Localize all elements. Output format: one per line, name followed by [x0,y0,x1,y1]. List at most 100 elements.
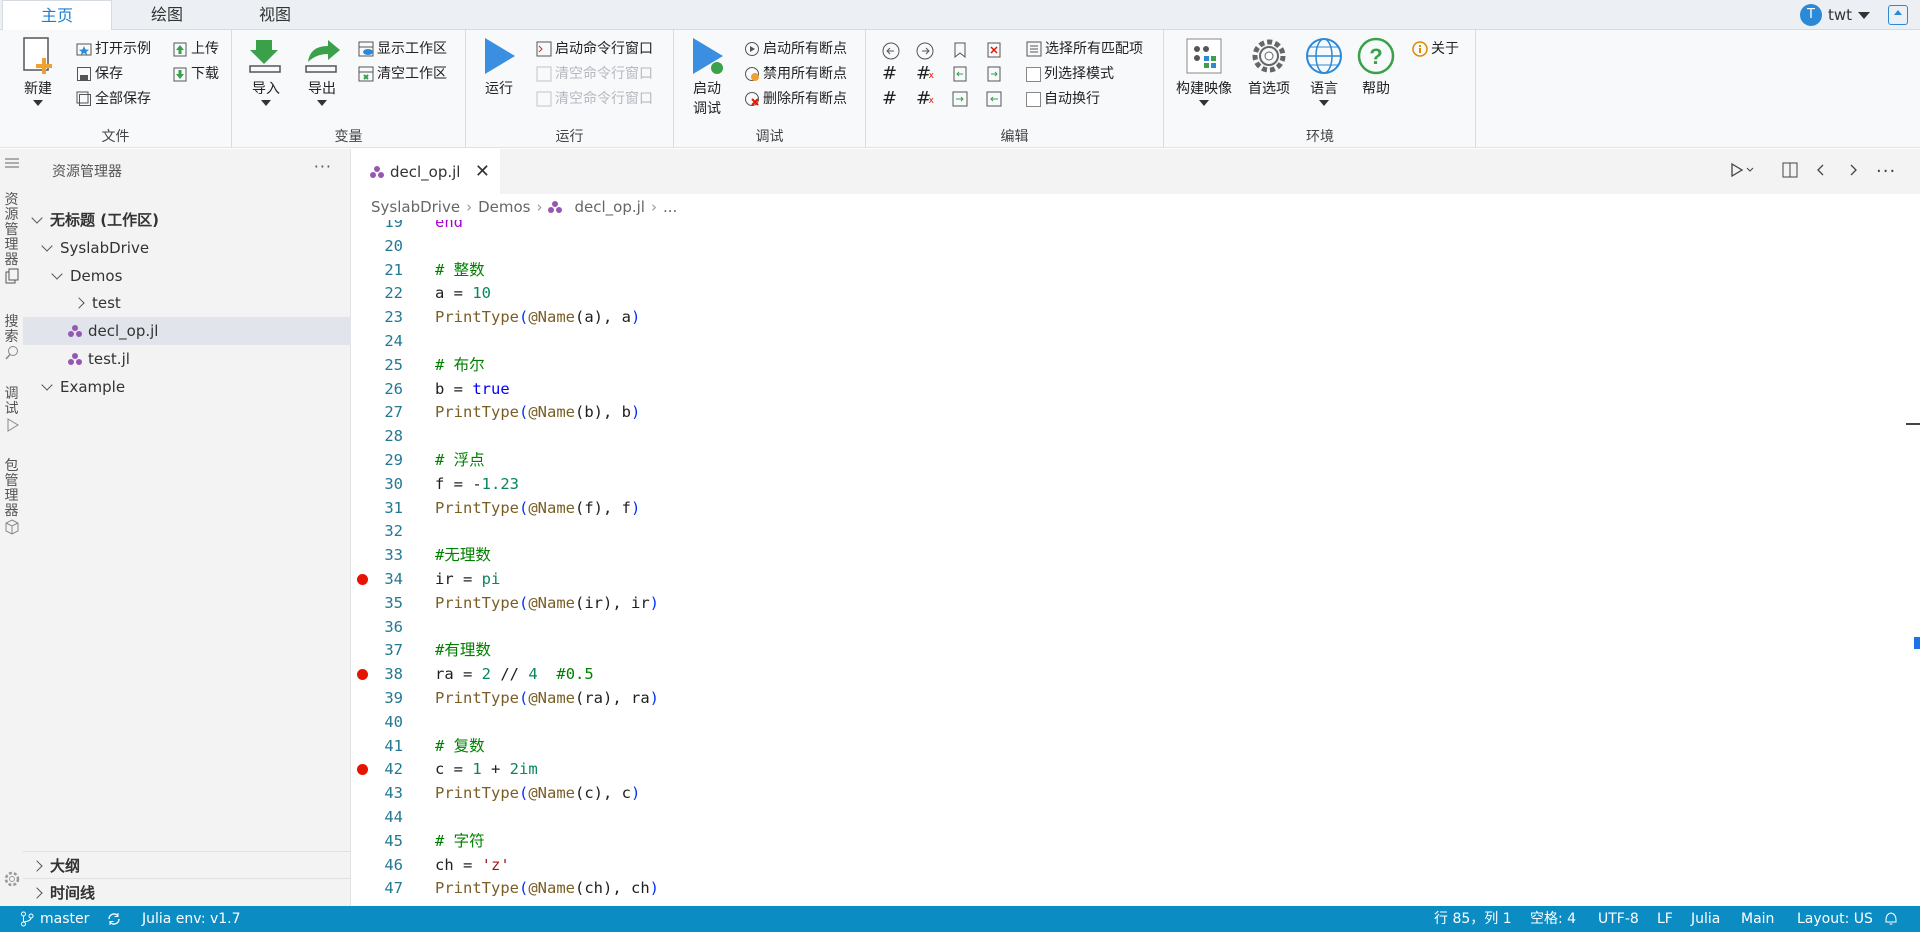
about-button[interactable]: 关于 [1412,38,1459,60]
bookmark-button[interactable] [952,39,968,61]
code-line[interactable]: 31 PrintType(@Name(f), f) [352,496,1892,520]
code-line[interactable]: 24 [352,329,1892,353]
code-line[interactable]: 38 ra = 2 // 4 #0.5 [352,662,1892,686]
code-line[interactable]: 29 # 浮点 [352,448,1892,472]
code-line[interactable]: 21 # 整数 [352,258,1892,282]
activity-search[interactable]: 搜索 [0,315,23,365]
close-icon[interactable]: ✕ [475,161,490,182]
tree-item-syslabdrive[interactable]: SyslabDrive [23,234,351,262]
activity-debug[interactable]: 调试 [0,387,23,437]
enable-all-breakpoints-button[interactable]: 启动所有断点 [744,38,847,60]
comment-button[interactable]: # [882,63,898,85]
build-image-button[interactable]: 构建映像 [1172,36,1236,106]
run-file-button[interactable] [1730,161,1756,184]
code-line[interactable]: 28 [352,424,1892,448]
code-line[interactable]: 46 ch = 'z' [352,853,1892,877]
prev-bookmark-button[interactable] [952,63,968,85]
block-uncomment-button[interactable]: # x [916,88,934,110]
code-line[interactable]: 23 PrintType(@Name(a), a) [352,305,1892,329]
import-button[interactable]: 导入 [242,36,290,106]
uncomment-button[interactable]: # x [916,63,934,85]
delete-all-breakpoints-button[interactable]: 删除所有断点 [744,88,847,110]
navigate-back-button[interactable] [882,39,900,61]
tree-item-decl-op[interactable]: decl_op.jl [23,317,351,345]
timeline-section[interactable]: 时间线 [23,878,351,906]
upload-button[interactable]: 上传 [172,38,219,60]
language-mode-status[interactable]: Julia [1691,906,1720,932]
encoding-status[interactable]: UTF-8 [1598,906,1639,932]
bell-icon[interactable] [1884,906,1898,932]
code-editor[interactable]: 19 end 20 21 # 整数 22 a = 10 23 PrintType(@Name(a… [352,220,1912,906]
tree-item-example[interactable]: Example [23,373,351,401]
tree-item-demos[interactable]: Demos [23,262,351,290]
show-workspace-button[interactable]: 显示工作区 [358,38,447,60]
breadcrumb-item[interactable]: ... [663,194,677,220]
chevron-left-icon[interactable] [1814,161,1828,184]
branch-status[interactable]: master [20,906,89,932]
code-line[interactable]: 30 f = -1.23 [352,472,1892,496]
clear-command-window-button-2[interactable]: 清空命令行窗口 [536,88,653,110]
split-editor-icon[interactable] [1781,161,1799,184]
code-line[interactable]: 33 #无理数 [352,543,1892,567]
tab-home[interactable]: 主页 [2,0,112,31]
sync-icon[interactable] [106,906,122,932]
checkbox[interactable] [1026,91,1041,107]
code-line[interactable]: 34 ir = pi [352,567,1892,591]
breadcrumb-item[interactable]: Demos [478,194,530,220]
next-bookmark-button[interactable] [986,63,1002,85]
user-menu[interactable]: T twt [1799,4,1870,26]
export-button[interactable]: 导出 [298,36,346,106]
start-debug-button[interactable]: 启动 调试 [682,36,732,118]
julia-env-status[interactable]: Julia env: v1.7 [142,906,241,932]
settings-gear-icon[interactable] [0,871,23,891]
more-actions-icon[interactable]: ··· [314,157,332,176]
code-line[interactable]: 41 # 复数 [352,734,1892,758]
code-line[interactable]: 47 PrintType(@Name(ch), ch) [352,876,1892,900]
block-comment-button[interactable]: # [882,88,898,110]
activity-explorer[interactable]: 资源管理器 [0,193,23,288]
code-line[interactable]: 44 [352,805,1892,829]
main-module-status[interactable]: Main [1741,906,1774,932]
open-example-button[interactable]: 打开示例 [76,38,151,60]
code-line[interactable]: 25 # 布尔 [352,353,1892,377]
language-button[interactable]: 语言 [1300,36,1348,106]
outline-section[interactable]: 大纲 [23,851,351,879]
code-line[interactable]: 22 a = 10 [352,281,1892,305]
code-line[interactable]: 43 PrintType(@Name(c), c) [352,781,1892,805]
collapse-ribbon-icon[interactable] [1888,5,1908,25]
checkbox[interactable] [1026,66,1041,82]
word-wrap-checkbox[interactable]: 自动换行 [1026,88,1100,110]
tree-item-test-jl[interactable]: test.jl [23,345,351,373]
column-select-checkbox[interactable]: 列选择模式 [1026,63,1114,85]
save-all-button[interactable]: 全部保存 [76,88,151,110]
menu-icon[interactable] [0,157,23,173]
code-line[interactable]: 40 [352,710,1892,734]
chevron-right-icon[interactable] [1846,161,1860,184]
clear-command-window-button[interactable]: 清空命令行窗口 [536,63,653,85]
editor-tab-decl-op[interactable]: decl_op.jl ✕ [352,149,500,194]
code-line[interactable]: 19 end [352,220,1892,234]
tab-plot[interactable]: 绘图 [112,0,222,30]
outdent-button[interactable] [986,88,1002,110]
code-line[interactable]: 37 #有理数 [352,638,1892,662]
more-actions-icon[interactable]: ··· [1876,161,1896,182]
code-line[interactable]: 39 PrintType(@Name(ra), ra) [352,686,1892,710]
code-line[interactable]: 36 [352,615,1892,639]
code-line[interactable]: 26 b = true [352,377,1892,401]
save-button[interactable]: 保存 [76,63,123,85]
code-line[interactable]: 45 # 字符 [352,829,1892,853]
code-line[interactable]: 42 c = 1 + 2im [352,757,1892,781]
download-button[interactable]: 下载 [172,63,219,85]
cursor-position[interactable]: 行 85，列 1 [1434,906,1512,932]
code-line[interactable]: 32 [352,519,1892,543]
run-button[interactable]: 运行 [474,36,524,98]
code-line[interactable]: 35 PrintType(@Name(ir), ir) [352,591,1892,615]
code-line[interactable]: 27 PrintType(@Name(b), b) [352,400,1892,424]
tree-item-test-folder[interactable]: test [23,289,351,317]
help-button[interactable]: ? 帮助 [1352,36,1400,98]
keyboard-layout-status[interactable]: Layout: US [1797,906,1873,932]
tab-view[interactable]: 视图 [222,0,328,30]
new-button[interactable]: 新建 [14,36,62,106]
breadcrumb-item[interactable]: SyslabDrive [371,194,460,220]
tree-workspace[interactable]: 无标题 (工作区) [23,206,351,234]
